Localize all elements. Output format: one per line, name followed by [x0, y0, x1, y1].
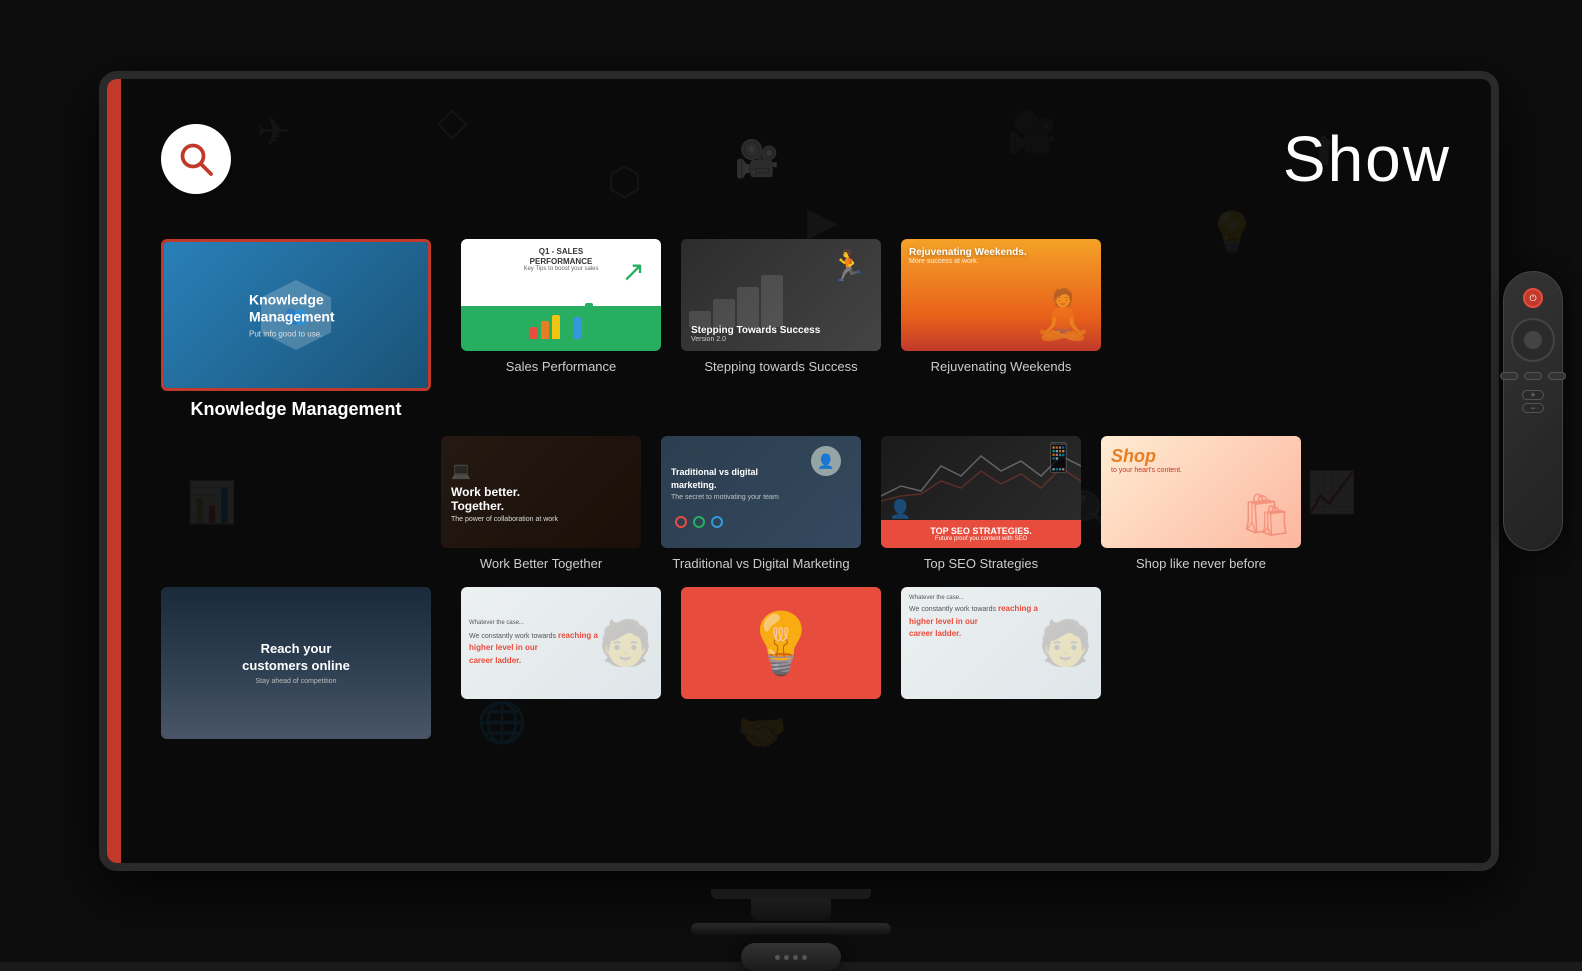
item-label-work-better-together: Work Better Together	[480, 556, 602, 571]
remote-vol-up[interactable]: +	[1522, 390, 1544, 400]
thumbnail-red-bulb[interactable]: 💡	[681, 587, 881, 699]
list-item[interactable]: 🧑 Whatever the case... We constantly wor…	[461, 587, 661, 699]
list-item[interactable]: 🏃 Stepping Towards Success Version 2.0 S…	[681, 239, 881, 374]
content-row-3: Reach yourcustomers online Stay ahead of…	[161, 587, 1461, 739]
work-text: 💻 Work better.Together. The power of col…	[441, 436, 641, 548]
sales-title-text: Q1 - SALES PERFORMANCE Key Tips to boost…	[523, 247, 598, 272]
item-label-traditional-digital: Traditional vs Digital Marketing	[672, 556, 849, 571]
thumb-title-km: KnowledgeManagement	[249, 292, 335, 326]
tv-frame: ✈ ◇ ⬡ ▶ 🎥 💡 ⬆ 📊 💬 🎬 🔍 📈 🌐 🤝	[99, 71, 1499, 871]
thumbnail-knowledge-management[interactable]: 👥 KnowledgeManagement Put info good to u…	[161, 239, 431, 391]
list-item[interactable]: Q1 - SALES PERFORMANCE Key Tips to boost…	[461, 239, 661, 374]
thumbnail-career-2[interactable]: 🧑 Whatever the case... We constantly wor…	[901, 587, 1101, 699]
tv-stand-foot	[691, 923, 891, 935]
list-item[interactable]: Shop to your heart's content. 🛍 Shop lik…	[1101, 436, 1301, 571]
thumbnail-traditional-digital[interactable]: 👤 Traditional vs digitalmarketing. The s…	[661, 436, 861, 548]
stair-steps	[689, 275, 783, 327]
content-row-2: 💻 Work better.Together. The power of col…	[441, 436, 1461, 571]
item-label-stepping-towards-success: Stepping towards Success	[704, 359, 857, 374]
remote-dpad[interactable]	[1511, 318, 1555, 362]
remote-power-button[interactable]: ⏻	[1523, 288, 1543, 308]
arms-wide-person-icon: 🧘	[1033, 286, 1093, 343]
set-top-box	[741, 943, 841, 971]
content-row-1: 👥 KnowledgeManagement Put info good to u…	[161, 239, 1461, 420]
list-item[interactable]: 💡	[681, 587, 881, 699]
item-label-knowledge-management: Knowledge Management	[190, 399, 401, 420]
steps-text: Stepping Towards Success Version 2.0	[691, 325, 820, 343]
screen: ✈ ◇ ⬡ ▶ 🎥 💡 ⬆ 📊 💬 🎬 🔍 📈 🌐 🤝	[107, 79, 1491, 863]
trad-text: Traditional vs digitalmarketing. The sec…	[671, 466, 821, 501]
thumbnail-top-seo-strategies[interactable]: 📱 👤 TOP SEO STRATEGIES. Future proof you…	[881, 436, 1081, 548]
lightbulb-icon: 💡	[744, 608, 819, 679]
thumbnail-stepping-towards-success[interactable]: 🏃 Stepping Towards Success Version 2.0	[681, 239, 881, 351]
trad-circles	[675, 516, 723, 528]
sales-chart	[461, 299, 661, 339]
shopping-bag-icon: 🛍	[1240, 491, 1293, 540]
remote-btn[interactable]	[1548, 372, 1566, 380]
thumbnail-career-1[interactable]: 🧑 Whatever the case... We constantly wor…	[461, 587, 661, 699]
item-label-rejuvenating-weekends: Rejuvenating Weekends	[931, 359, 1072, 374]
header: 🎥 Show	[121, 79, 1491, 239]
rejuv-text: Rejuvenating Weekends. More success at w…	[909, 247, 1093, 265]
shop-text: Shop to your heart's content.	[1111, 446, 1182, 474]
stb-dot	[793, 955, 798, 960]
item-label-top-seo-strategies: Top SEO Strategies	[924, 556, 1038, 571]
person-icon: 👤	[889, 499, 911, 520]
stb-dot	[775, 955, 780, 960]
list-item[interactable]: 📱 👤 TOP SEO STRATEGIES. Future proof you…	[881, 436, 1081, 571]
remote-btn[interactable]	[1500, 372, 1518, 380]
thumbnail-work-better-together[interactable]: 💻 Work better.Together. The power of col…	[441, 436, 641, 548]
remote-btn-row-1	[1500, 372, 1566, 380]
list-item[interactable]: Reach yourcustomers online Stay ahead of…	[161, 587, 431, 739]
list-item[interactable]: 👤 Traditional vs digitalmarketing. The s…	[661, 436, 861, 571]
left-accent-bar	[107, 79, 121, 863]
seo-badge-title: TOP SEO STRATEGIES.	[889, 526, 1073, 536]
content-grid: 👥 KnowledgeManagement Put info good to u…	[121, 239, 1491, 863]
list-item[interactable]: 🧑 Whatever the case... We constantly wor…	[901, 587, 1101, 699]
tv-base	[711, 889, 871, 899]
thumbnail-reach-customers[interactable]: Reach yourcustomers online Stay ahead of…	[161, 587, 431, 739]
item-label-shop: Shop like never before	[1136, 556, 1266, 571]
thumbnail-sales-performance[interactable]: Q1 - SALES PERFORMANCE Key Tips to boost…	[461, 239, 661, 351]
seo-badge: TOP SEO STRATEGIES. Future proof you con…	[881, 520, 1081, 548]
running-person-icon: 🏃	[830, 249, 867, 284]
remote-btn[interactable]	[1524, 372, 1542, 380]
stb-dot	[784, 955, 789, 960]
list-item[interactable]: Rejuvenating Weekends. More success at w…	[901, 239, 1101, 374]
search-icon	[178, 141, 214, 177]
reach-text: Reach yourcustomers online Stay ahead of…	[161, 587, 431, 739]
search-button[interactable]	[161, 124, 231, 194]
thumb-sub-km: Put info good to use.	[249, 329, 335, 338]
thumbnail-rejuvenating-weekends[interactable]: Rejuvenating Weekends. More success at w…	[901, 239, 1101, 351]
item-label-sales-performance: Sales Performance	[506, 359, 617, 374]
career-text-1: Whatever the case... We constantly work …	[461, 611, 606, 676]
seo-badge-sub: Future proof you content with SEO	[889, 536, 1073, 542]
video-camera-icon: 🎥	[735, 138, 780, 180]
career-person-icon-2: 🧑	[1038, 617, 1093, 669]
sales-arrow-icon: ↗	[622, 255, 645, 288]
remote-dpad-center[interactable]	[1524, 331, 1542, 349]
hand-phone-icon: 📱	[1041, 441, 1076, 474]
remote-vol-down[interactable]: −	[1522, 403, 1544, 413]
remote-extra-buttons	[1500, 372, 1566, 380]
remote-volume-buttons: + −	[1522, 390, 1544, 413]
stb-dot	[802, 955, 807, 960]
remote-control: ⏻ + −	[1503, 271, 1563, 551]
career-person-icon: 🧑	[598, 617, 653, 669]
thumbnail-shop[interactable]: Shop to your heart's content. 🛍	[1101, 436, 1301, 548]
list-item[interactable]: 👥 KnowledgeManagement Put info good to u…	[161, 239, 431, 420]
list-item[interactable]: 💻 Work better.Together. The power of col…	[441, 436, 641, 571]
page-title: Show	[1283, 122, 1451, 196]
